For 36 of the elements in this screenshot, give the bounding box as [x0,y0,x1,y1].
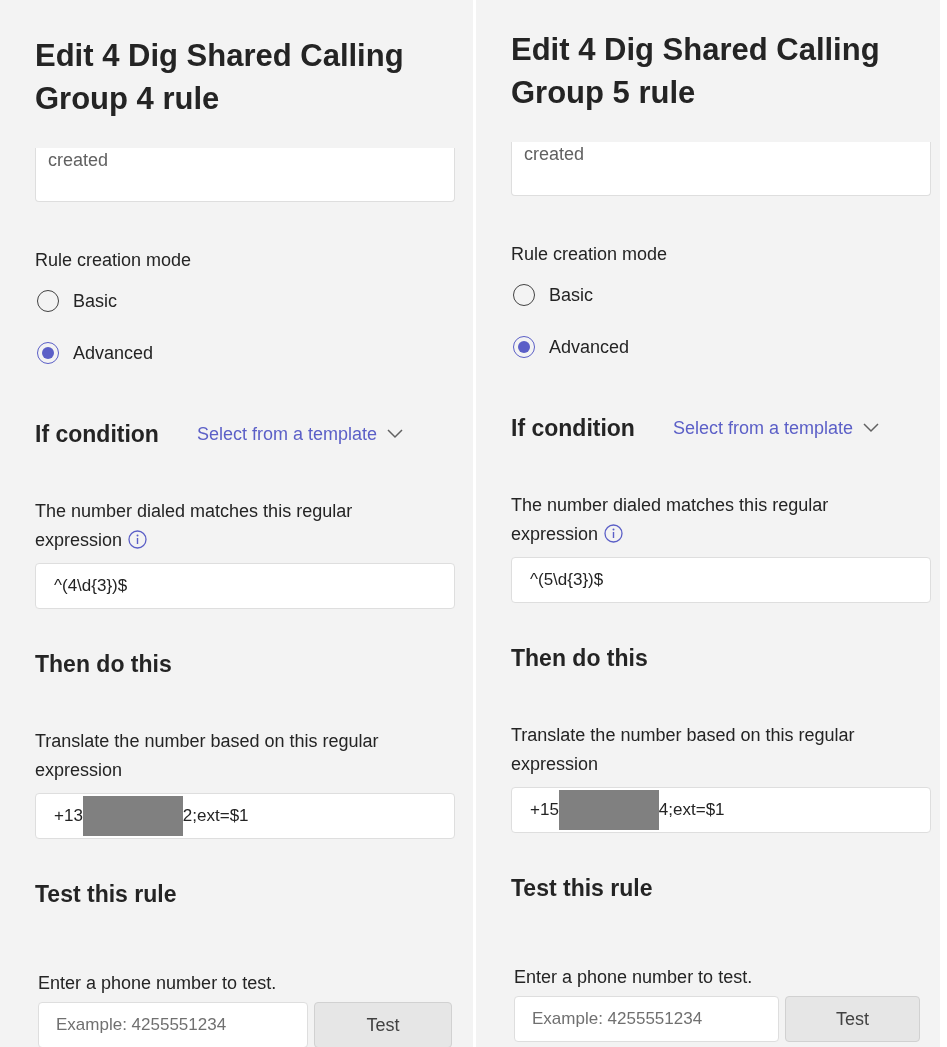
chevron-down-icon [863,423,879,433]
field-label: Enter a phone number to test. [38,972,278,995]
phone-number-field[interactable]: Example: 4255551234 [38,1002,308,1047]
section-heading: Then do this [511,644,649,673]
translation-field[interactable]: +15 4;ext=$1 [511,787,931,833]
section-heading: If condition [511,414,635,443]
translation-field[interactable]: +13 2;ext=$1 [35,793,455,839]
info-icon[interactable] [604,524,624,543]
field-label: Rule creation mode [35,249,193,272]
test-button[interactable]: Test [784,996,920,1042]
field-label: Rule creation mode [511,243,669,266]
regex-field[interactable]: ^(4\d{3})$ [35,563,455,609]
description-field[interactable]: created [511,142,931,196]
field-label: The number dialed matches this regular expression [511,494,830,546]
field-label: The number dialed matches this regular expression [35,500,354,552]
field-label: Translate the number based on this regular expression [511,724,856,776]
section-heading: Then do this [35,650,173,679]
section-heading: If condition [35,420,159,449]
field-label: Translate the number based on this regular expression [35,730,380,782]
radio-option[interactable]: Basic [35,275,117,327]
description-field[interactable]: created [35,148,455,202]
template-dropdown[interactable]: Select from a template [196,423,403,445]
info-icon[interactable] [128,530,148,549]
phone-number-field[interactable]: Example: 4255551234 [514,996,779,1042]
regex-field[interactable]: ^(5\d{3})$ [511,557,931,603]
radio-option[interactable]: Advanced [35,327,154,379]
test-button[interactable]: Test [314,1002,452,1047]
radio-option[interactable]: Basic [511,269,593,321]
chevron-down-icon [387,429,403,439]
section-heading: Test this rule [511,874,654,903]
field-label: Enter a phone number to test. [514,966,754,989]
radio-option[interactable]: Advanced [511,321,630,373]
panel-title: Edit 4 Dig Shared Calling Group 4 rule [35,37,405,118]
template-dropdown[interactable]: Select from a template [672,417,879,439]
section-heading: Test this rule [35,880,178,909]
panel-title: Edit 4 Dig Shared Calling Group 5 rule [511,31,881,112]
